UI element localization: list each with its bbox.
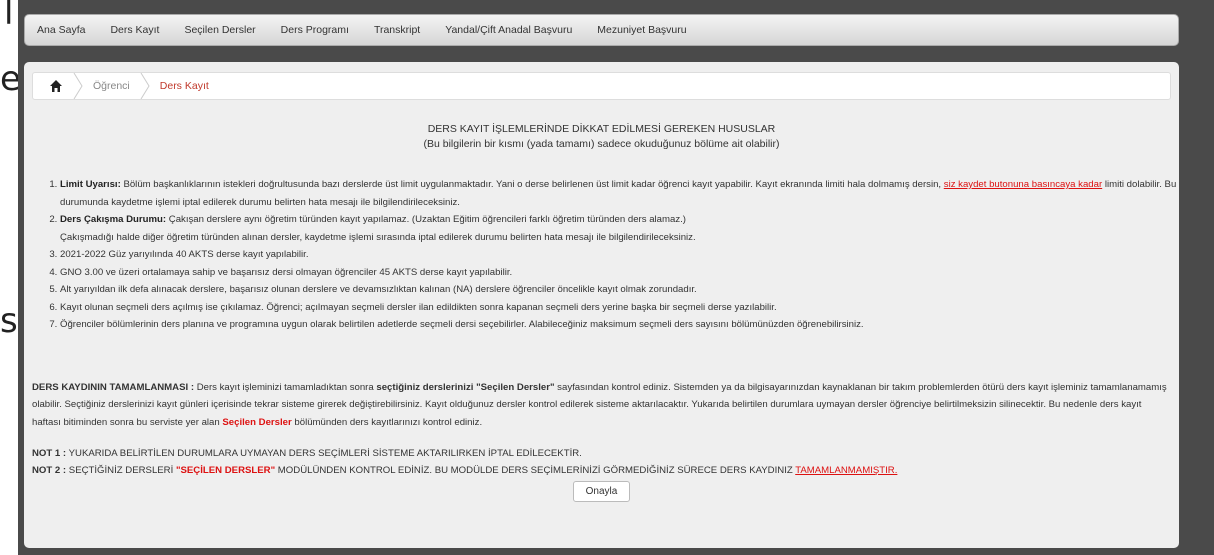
- rule-item: Ders Çakışma Durumu: Çakışan derslere ay…: [60, 211, 1180, 246]
- button-row: Onayla: [32, 481, 1171, 502]
- rules-title: DERS KAYIT İŞLEMLERİNDE DİKKAT EDİLMESİ …: [427, 123, 776, 135]
- home-icon[interactable]: [49, 79, 63, 93]
- rule-item: Kayıt olunan seçmeli ders açılmış ise çı…: [60, 299, 1180, 317]
- rules-subtitle: (Bu bilgilerin bir kısmı (yada tamamı) s…: [423, 138, 780, 150]
- rule-link[interactable]: siz kaydet butonuna basıncaya kadar: [944, 179, 1102, 190]
- breadcrumb-separator: [73, 72, 83, 100]
- rules-list: Limit Uyarısı: Bölüm başkanlıklarının is…: [32, 176, 1180, 334]
- note-1: NOT 1 : YUKARIDA BELİRTİLEN DURUMLARA UY…: [32, 448, 582, 459]
- rule-item: GNO 3.00 ve üzeri ortalamaya sahip ve ba…: [60, 264, 1180, 282]
- rule-item: 2021-2022 Güz yarıyılında 40 AKTS derse …: [60, 246, 1180, 264]
- nav-secilen-dersler[interactable]: Seçilen Dersler: [184, 24, 255, 36]
- breadcrumb-ders-kayit: Ders Kayıt: [159, 80, 209, 92]
- note-2-link[interactable]: TAMAMLANMAMIŞTIR.: [795, 465, 897, 476]
- background-text-fragment: s: [0, 301, 18, 341]
- rule-item: Öğrenciler bölümlerinin ders planına ve …: [60, 316, 1180, 334]
- rule-bold-label: Limit Uyarısı:: [60, 179, 121, 190]
- completion-paragraph: DERS KAYDININ TAMAMLANMASI : Ders kayıt …: [32, 381, 1167, 428]
- background-text-fragment: l: [4, 0, 14, 33]
- confirm-button[interactable]: Onayla: [572, 481, 631, 502]
- nav-ana-sayfa[interactable]: Ana Sayfa: [37, 24, 85, 36]
- rules-heading: DERS KAYIT İŞLEMLERİNDE DİKKAT EDİLMESİ …: [32, 122, 1171, 152]
- top-navbar: Ana Sayfa Ders Kayıt Seçilen Dersler Der…: [24, 14, 1179, 46]
- breadcrumb-separator: [140, 72, 150, 100]
- notes: NOT 1 : YUKARIDA BELİRTİLEN DURUMLARA UY…: [32, 445, 1171, 479]
- nav-yandal-cift-anadal[interactable]: Yandal/Çift Anadal Başvuru: [445, 24, 572, 36]
- nav-transkript[interactable]: Transkript: [374, 24, 420, 36]
- note-2: NOT 2 : SEÇTİĞİNİZ DERSLERİ "SEÇİLEN DER…: [32, 465, 898, 476]
- nav-ders-programi[interactable]: Ders Programı: [281, 24, 349, 36]
- browser-frame: Ana Sayfa Ders Kayıt Seçilen Dersler Der…: [18, 0, 1214, 555]
- main-content: Öğrenci Ders Kayıt DERS KAYIT İŞLEMLERİN…: [24, 62, 1179, 548]
- nav-mezuniyet-basvuru[interactable]: Mezuniyet Başvuru: [597, 24, 686, 36]
- rule-item: Alt yarıyıldan ilk defa alınacak dersler…: [60, 281, 1180, 299]
- rule-bold-label: Ders Çakışma Durumu:: [60, 214, 167, 225]
- rule-item: Limit Uyarısı: Bölüm başkanlıklarının is…: [60, 176, 1180, 211]
- completion-label: DERS KAYDININ TAMAMLANMASI :: [32, 381, 195, 393]
- nav-ders-kayit[interactable]: Ders Kayıt: [110, 24, 159, 36]
- breadcrumb: Öğrenci Ders Kayıt: [32, 72, 1171, 100]
- breadcrumb-ogrenci[interactable]: Öğrenci: [93, 80, 130, 92]
